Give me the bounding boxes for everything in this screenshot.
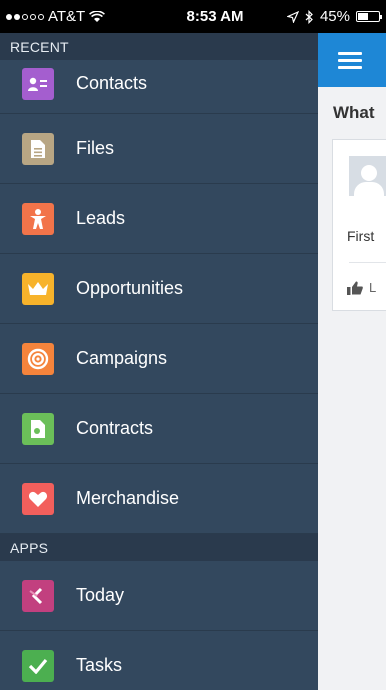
menu-item-label: Leads <box>76 208 126 228</box>
panel-header <box>318 33 386 87</box>
menu-item-tasks[interactable]: Tasks <box>0 631 318 690</box>
card-divider <box>349 262 386 263</box>
feed-text: First <box>347 228 375 244</box>
battery-percent: 45% <box>319 8 350 25</box>
menu-item-leads[interactable]: Leads <box>0 184 318 254</box>
target-icon <box>22 342 54 375</box>
signal-strength-icon <box>6 13 44 20</box>
menu-item-files[interactable]: Files <box>0 114 318 184</box>
menu-item-label: Today <box>76 585 125 605</box>
main-panel: What First L <box>318 33 386 690</box>
bluetooth-icon <box>305 9 313 24</box>
menu-item-label: Contracts <box>76 418 154 438</box>
menu-item-label: Campaigns <box>76 348 168 368</box>
contract-icon <box>22 412 54 445</box>
menu-item-label: Tasks <box>76 655 123 675</box>
menu-item-label: Files <box>76 138 115 158</box>
like-button[interactable]: L <box>347 280 376 295</box>
menu-item-label: Opportunities <box>76 278 184 298</box>
contacts-icon <box>22 67 54 100</box>
clock: 8:53 AM <box>186 8 244 25</box>
menu-item-campaigns[interactable]: Campaigns <box>0 324 318 394</box>
feed-card[interactable]: First L <box>332 139 386 311</box>
panel-title: What <box>333 103 375 122</box>
status-bar: AT&T 8:53 AM 45% <box>0 0 386 33</box>
wifi-icon <box>89 10 106 22</box>
menu-item-contacts[interactable]: Contacts <box>0 54 318 114</box>
avatar <box>349 156 386 196</box>
status-right: 45% <box>286 8 382 25</box>
carrier-name: AT&T <box>48 8 86 25</box>
hamburger-menu-icon[interactable] <box>338 48 362 73</box>
menu-item-label: Contacts <box>76 73 148 93</box>
menu-item-contracts[interactable]: Contracts <box>0 394 318 464</box>
menu-item-label: Merchandise <box>76 488 180 508</box>
menu-item-opportunities[interactable]: Opportunities <box>0 254 318 324</box>
person-icon <box>22 202 54 235</box>
today-icon <box>22 579 54 612</box>
navigation-menu: RECENT Contacts Files Leads Opportunitie… <box>0 33 318 690</box>
like-label: L <box>369 280 377 295</box>
carrier-group: AT&T <box>6 8 146 25</box>
check-icon <box>22 649 54 682</box>
section-header-apps: APPS <box>0 534 318 561</box>
location-arrow-icon <box>286 10 299 23</box>
heart-icon <box>22 482 54 515</box>
crown-icon <box>22 272 54 305</box>
battery-icon <box>356 11 382 22</box>
menu-item-today[interactable]: Today <box>0 561 318 631</box>
menu-item-merchandise[interactable]: Merchandise <box>0 464 318 534</box>
thumbs-up-icon <box>347 281 363 295</box>
file-icon <box>22 132 54 165</box>
